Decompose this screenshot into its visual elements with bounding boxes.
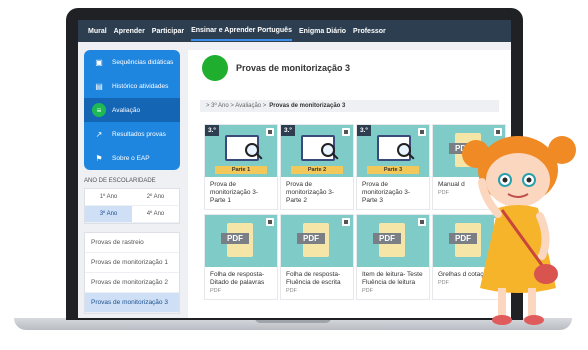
- year-option-4[interactable]: 4º Ano: [132, 206, 179, 223]
- card-title: Prova de monitorização 3- Parte 1: [210, 181, 259, 204]
- provas-item-monitorizacao-3[interactable]: Provas de monitorização 3: [85, 293, 179, 313]
- bag: [534, 264, 558, 284]
- trend-icon: ↗: [95, 129, 103, 139]
- resource-card[interactable]: PDF Folha de resposta- Ditado de palavra…: [204, 214, 278, 300]
- nav-participar[interactable]: Participar: [152, 22, 184, 40]
- part-label: Parte 3: [367, 166, 419, 174]
- resource-card[interactable]: PDF Folha de resposta- Fluência de escri…: [280, 214, 354, 300]
- provas-item-monitorizacao-1[interactable]: Provas de monitorização 1: [85, 253, 179, 273]
- year-option-1[interactable]: 1º Ano: [85, 189, 132, 206]
- year-option-2[interactable]: 2º Ano: [132, 189, 179, 206]
- card-title: Prova de monitorização 3- Parte 2: [286, 181, 335, 204]
- sidebar-item-historico[interactable]: ▤ Histórico atividades: [84, 74, 180, 98]
- breadcrumb-current: Provas de monitorização 3: [269, 103, 346, 109]
- shoe-right: [524, 315, 544, 325]
- pdf-label: PDF: [221, 233, 249, 244]
- card-thumbnail: 3.º Parte 3: [357, 125, 429, 177]
- page-header: Provas de monitorização 3: [188, 50, 511, 86]
- provas-item-rastreio[interactable]: Provas de rastreio: [85, 233, 179, 253]
- info-icon[interactable]: [418, 128, 426, 136]
- pdf-label: PDF: [297, 233, 325, 244]
- card-type: PDF: [210, 288, 221, 294]
- provas-list: Provas de rastreio Provas de monitorizaç…: [84, 232, 180, 314]
- app-screen: Mural Aprender Participar Ensinar e Apre…: [78, 20, 511, 318]
- card-type: PDF: [362, 288, 373, 294]
- pupil-right: [526, 177, 532, 183]
- leg-left: [498, 288, 506, 316]
- slides-icon: ▣: [95, 57, 103, 67]
- card-thumbnail: 3.º Parte 2: [281, 125, 353, 177]
- info-icon[interactable]: [342, 128, 350, 136]
- nav-aprender[interactable]: Aprender: [114, 22, 145, 40]
- nav-enigma[interactable]: Enigma Diário: [299, 22, 346, 40]
- card-thumbnail: PDF: [205, 215, 277, 267]
- breadcrumb-path[interactable]: > 3º Ano > Avaliação >: [206, 103, 266, 109]
- sidebar-item-sequencias[interactable]: ▣ Sequências didáticas: [84, 50, 180, 74]
- provas-item-monitorizacao-2[interactable]: Provas de monitorização 2: [85, 273, 179, 293]
- sidebar-menu: ▣ Sequências didáticas ▤ Histórico ativi…: [84, 50, 180, 170]
- year-selector: 1º Ano 2º Ano 3º Ano 4º Ano: [84, 188, 180, 224]
- face: [486, 153, 550, 207]
- sidebar: ▣ Sequências didáticas ▤ Histórico ativi…: [84, 50, 180, 314]
- sidebar-item-label: Histórico atividades: [112, 82, 169, 90]
- resource-card[interactable]: 3.º Parte 2 Prova de monitorização 3- Pa…: [280, 124, 354, 210]
- card-thumbnail: 3.º Parte 1: [205, 125, 277, 177]
- page-title: Provas de monitorização 3: [236, 63, 351, 73]
- year-badge: 3.º: [281, 125, 295, 136]
- card-title: Folha de resposta- Ditado de palavras: [210, 271, 265, 286]
- nav-professor[interactable]: Professor: [353, 22, 386, 40]
- sidebar-item-label: Avaliação: [112, 106, 141, 114]
- sidebar-item-label: Sequências didáticas: [112, 58, 174, 66]
- info-icon[interactable]: [418, 218, 426, 226]
- nav-mural[interactable]: Mural: [88, 22, 107, 40]
- card-thumbnail: PDF: [281, 215, 353, 267]
- part-label: Parte 2: [291, 166, 343, 174]
- resource-card[interactable]: 3.º Parte 1 Prova de monitorização 3- Pa…: [204, 124, 278, 210]
- top-navigation: Mural Aprender Participar Ensinar e Apre…: [78, 20, 511, 42]
- shoe-left: [492, 315, 512, 325]
- flag-icon: ⚑: [95, 153, 103, 163]
- status-dot: [202, 55, 228, 81]
- year-badge: 3.º: [205, 125, 219, 136]
- info-icon[interactable]: [342, 218, 350, 226]
- part-label: Parte 1: [215, 166, 267, 174]
- card-title: Folha de resposta- Fluência de escrita: [286, 271, 341, 286]
- resource-card[interactable]: PDF Item de leitura- Teste Fluência de l…: [356, 214, 430, 300]
- mascot-girl-illustration: [462, 136, 576, 325]
- sidebar-item-label: Resultados provas: [112, 130, 166, 138]
- card-thumbnail: PDF: [357, 215, 429, 267]
- info-icon[interactable]: [266, 218, 274, 226]
- sidebar-item-label: Sobre o EAP: [112, 154, 150, 162]
- sidebar-item-sobre[interactable]: ⚑ Sobre o EAP: [84, 146, 180, 170]
- breadcrumb: > 3º Ano > Avaliação > Provas de monitor…: [200, 100, 499, 112]
- card-type: PDF: [286, 288, 297, 294]
- pupil-left: [502, 177, 508, 183]
- info-icon[interactable]: [266, 128, 274, 136]
- year-option-3[interactable]: 3º Ano: [85, 206, 132, 223]
- pdf-label: PDF: [373, 233, 401, 244]
- card-title: Prova de monitorização 3- Parte 3: [362, 181, 411, 204]
- nav-ensinar[interactable]: Ensinar e Aprender Português: [191, 21, 292, 41]
- sidebar-item-avaliacao[interactable]: ≡ Avaliação: [84, 98, 180, 122]
- sidebar-item-resultados[interactable]: ↗ Resultados provas: [84, 122, 180, 146]
- year-badge: 3.º: [357, 125, 371, 136]
- history-icon: ▤: [95, 81, 103, 91]
- card-title: Item de leitura- Teste Fluência de leitu…: [362, 271, 423, 286]
- year-section-title: ANO DE ESCOLARIDADE: [84, 178, 156, 184]
- evaluation-icon: ≡: [92, 103, 106, 117]
- leg-right: [528, 288, 536, 316]
- resource-card[interactable]: 3.º Parte 3 Prova de monitorização 3- Pa…: [356, 124, 430, 210]
